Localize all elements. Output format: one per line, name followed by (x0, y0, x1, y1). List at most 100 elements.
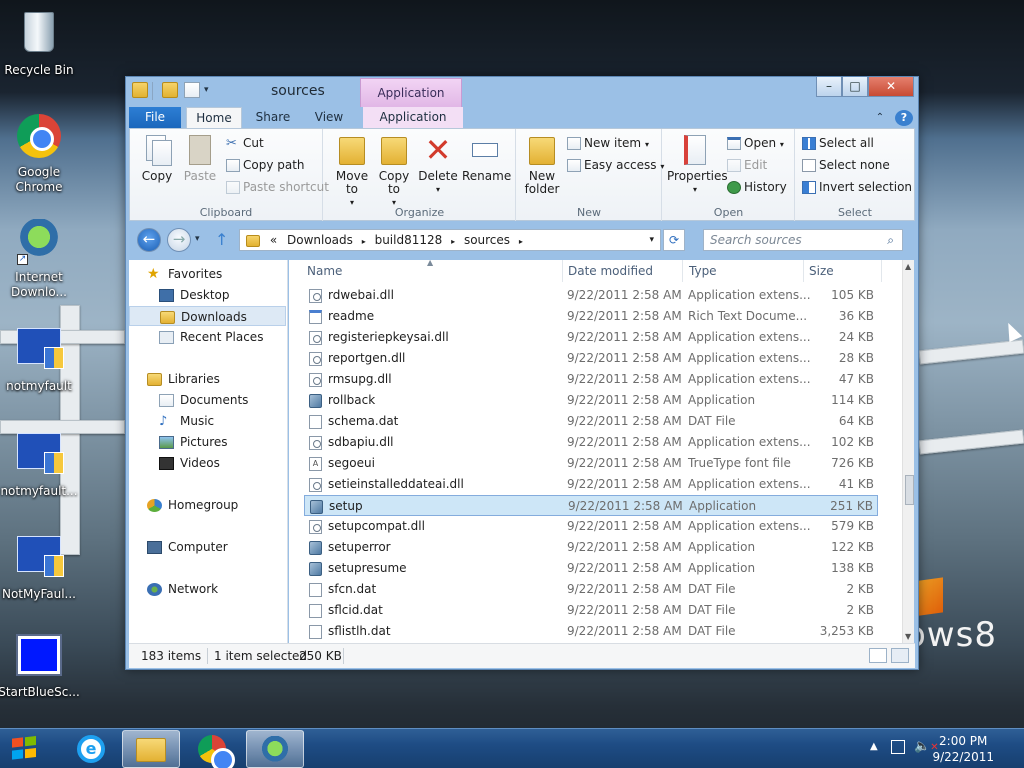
breadcrumb-separator-icon[interactable]: ▸ (362, 237, 366, 246)
desktop-icon-idm[interactable]: ↗ Internet Downlo... (0, 215, 80, 300)
customize-chevron-icon[interactable]: ▾ (204, 82, 220, 98)
file-row[interactable]: rmsupg.dll 9/22/2011 2:58 AM Application e… (304, 369, 878, 390)
breadcrumb-separator-icon[interactable]: ▸ (519, 237, 523, 246)
forward-button[interactable]: → (167, 228, 191, 252)
taskbar-ie[interactable]: e (62, 730, 120, 768)
nav-pictures[interactable]: Pictures (159, 432, 228, 452)
column-header-name[interactable]: Name (307, 264, 342, 278)
nav-network[interactable]: Network (147, 579, 218, 599)
vertical-scrollbar[interactable]: ▲ ▼ (902, 260, 914, 643)
title-bar[interactable]: ▾ sources Application Tools – □ ✕ (126, 77, 918, 128)
nav-desktop[interactable]: Desktop (159, 285, 230, 305)
open-button[interactable]: Open ▾ (727, 133, 784, 153)
invert-selection-button[interactable]: Invert selection (802, 177, 912, 197)
nav-videos[interactable]: Videos (159, 453, 220, 473)
address-bar[interactable]: « Downloads ▸ build81128 ▸ sources ▸ ▾ (239, 229, 661, 251)
breadcrumb-downloads[interactable]: Downloads (287, 233, 353, 247)
system-clock[interactable]: 2:00 PM 9/22/2011 (932, 733, 994, 765)
large-icons-view-icon[interactable] (891, 648, 909, 663)
refresh-button[interactable]: ⟳ (663, 229, 685, 251)
file-row[interactable]: rollback 9/22/2011 2:58 AM Application 114 … (304, 390, 878, 411)
up-arrow-icon[interactable]: ↑ (215, 230, 228, 249)
scroll-up-icon[interactable]: ▲ (905, 262, 911, 271)
search-input[interactable]: Search sources ⌕ (703, 229, 903, 251)
address-overflow[interactable]: « (270, 233, 277, 247)
help-icon[interactable]: ? (895, 110, 913, 126)
select-all-button[interactable]: Select all (802, 133, 874, 153)
copy-path-button[interactable]: Copy path (226, 155, 305, 175)
tab-home[interactable]: Home (186, 107, 242, 129)
nav-libraries[interactable]: Libraries (147, 369, 220, 389)
nav-computer[interactable]: Computer (147, 537, 228, 557)
column-header-date[interactable]: Date modified (568, 264, 653, 278)
desktop-icon-startbluescreen[interactable]: StartBlueSc... (0, 630, 80, 700)
file-row[interactable]: Asegoeui 9/22/2011 2:58 AM TrueType font f… (304, 453, 878, 474)
file-row[interactable]: rdwebai.dll 9/22/2011 2:58 AM Application … (304, 285, 878, 306)
history-button[interactable]: History (727, 177, 787, 197)
breadcrumb-build[interactable]: build81128 (375, 233, 443, 247)
file-row[interactable]: registeriepkeysai.dll 9/22/2011 2:58 AM Ap… (304, 327, 878, 348)
recent-locations-dropdown[interactable]: ▾ (195, 234, 200, 244)
details-view-icon[interactable] (869, 648, 887, 663)
tab-share[interactable]: Share (249, 107, 297, 129)
tab-application[interactable]: Application (363, 107, 463, 129)
minimize-ribbon-icon[interactable]: ⌃ (871, 107, 889, 129)
edit-button[interactable]: Edit (727, 155, 767, 175)
file-row[interactable]: reportgen.dll 9/22/2011 2:58 AM Applicatio… (304, 348, 878, 369)
easy-access-button[interactable]: Easy access ▾ (567, 155, 664, 175)
scroll-down-icon[interactable]: ▼ (905, 632, 911, 641)
new-item-button[interactable]: New item ▾ (567, 133, 649, 153)
column-header-type[interactable]: Type (689, 264, 717, 278)
column-header-size[interactable]: Size (809, 264, 834, 278)
scroll-thumb[interactable] (905, 475, 914, 505)
desktop-icon-notmyfault-3[interactable]: NotMyFaul... (0, 528, 80, 602)
start-button[interactable] (8, 735, 40, 763)
desktop-icon-recycle-bin[interactable]: Recycle Bin (0, 6, 80, 78)
search-icon[interactable]: ⌕ (887, 230, 894, 250)
file-row[interactable]: schema.dat 9/22/2011 2:58 AM DAT File 64 KB (304, 411, 878, 432)
file-row[interactable]: setupresume 9/22/2011 2:58 AM Application 1… (304, 558, 878, 579)
move-to-button[interactable]: Move to ▾ (332, 133, 372, 209)
file-row[interactable]: setupcompat.dll 9/22/2011 2:58 AM Applicat… (304, 516, 878, 537)
file-row[interactable]: setuperror 9/22/2011 2:58 AM Application 12… (304, 537, 878, 558)
copy-to-button[interactable]: Copy to ▾ (374, 133, 414, 209)
file-row[interactable]: sfcn.dat 9/22/2011 2:58 AM DAT File 2 KB (304, 579, 878, 600)
file-row[interactable]: readme 9/22/2011 2:58 AM Rich Text Docume.… (304, 306, 878, 327)
nav-recent-places[interactable]: Recent Places (159, 327, 263, 347)
taskbar-download-manager[interactable] (246, 730, 304, 768)
select-none-button[interactable]: Select none (802, 155, 890, 175)
taskbar-chrome[interactable] (183, 730, 241, 768)
paste-shortcut-button[interactable]: Paste shortcut (226, 177, 329, 197)
address-dropdown-icon[interactable]: ▾ (649, 230, 654, 250)
rename-button[interactable]: Rename (462, 133, 511, 183)
properties-quick-icon[interactable] (184, 82, 200, 98)
file-row[interactable]: setup 9/22/2011 2:58 AM Application 251 KB (304, 495, 878, 516)
desktop-icon-notmyfault[interactable]: notmyfault (0, 320, 80, 394)
file-row[interactable]: sflcid.dat 9/22/2011 2:58 AM DAT File 2 KB (304, 600, 878, 621)
back-button[interactable]: ← (137, 228, 161, 252)
copy-button[interactable]: Copy (138, 133, 176, 183)
taskbar-file-explorer[interactable] (122, 730, 180, 768)
desktop-icon-notmyfault-2[interactable]: notmyfault... (0, 425, 80, 499)
new-folder-button[interactable]: New folder (523, 133, 561, 196)
tab-view[interactable]: View (305, 107, 353, 129)
file-row[interactable]: sdbapiu.dll 9/22/2011 2:58 AM Application … (304, 432, 878, 453)
minimize-button[interactable]: – (816, 77, 842, 97)
close-button[interactable]: ✕ (868, 77, 914, 97)
network-status-icon[interactable] (891, 740, 905, 754)
file-row[interactable]: sflistlh.dat 9/22/2011 2:58 AM DAT File 3,2… (304, 621, 878, 642)
desktop-icon-chrome[interactable]: Google Chrome (0, 112, 80, 195)
paste-button[interactable]: Paste (180, 133, 220, 183)
nav-favorites[interactable]: ★ Favorites (147, 264, 222, 284)
delete-button[interactable]: ✕ Delete ▾ (418, 133, 458, 196)
show-hidden-icons[interactable]: ▲ (870, 741, 878, 752)
nav-documents[interactable]: Documents (159, 390, 248, 410)
properties-button[interactable]: Properties ▾ (667, 133, 728, 196)
breadcrumb-separator-icon[interactable]: ▸ (451, 237, 455, 246)
tab-file[interactable]: File (129, 107, 181, 129)
nav-homegroup[interactable]: Homegroup (147, 495, 238, 515)
maximize-button[interactable]: □ (842, 77, 868, 97)
new-folder-quick-icon[interactable] (162, 82, 178, 98)
file-row[interactable]: setieinstalleddateai.dll 9/22/2011 2:58 A… (304, 474, 878, 495)
nav-music[interactable]: ♪ Music (159, 411, 214, 431)
